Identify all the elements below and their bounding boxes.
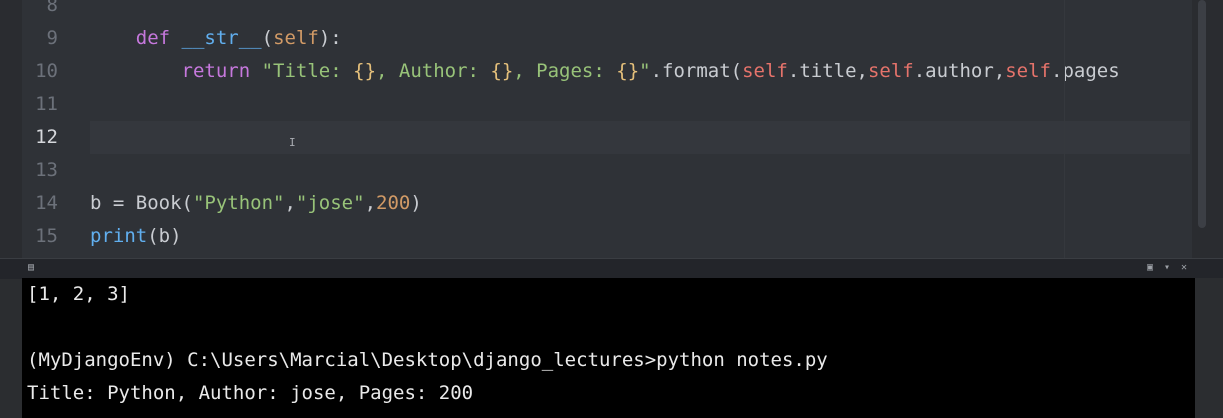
- console-line: (MyDjangoEnv) C:\Users\Marcial\Desktop\d…: [27, 349, 828, 371]
- code-token: .title,: [787, 60, 868, 82]
- maximize-icon[interactable]: ▣: [1145, 263, 1155, 273]
- code-token: ,: [284, 192, 296, 214]
- code-token: {}: [490, 60, 514, 82]
- code-editor[interactable]: 8 9 10 11 12 13 14 15 def __str__(self): return…: [0, 0, 1223, 258]
- code-token: {}: [353, 60, 377, 82]
- line-number: 14: [35, 192, 58, 214]
- code-token: (: [261, 27, 274, 49]
- code-line[interactable]: print(b): [90, 220, 182, 253]
- code-area[interactable]: def __str__(self): return "Title: {}, Au…: [84, 0, 1192, 258]
- code-token: self: [867, 60, 914, 82]
- code-token: "Python": [192, 192, 285, 214]
- line-number: 13: [35, 159, 58, 181]
- code-token: .author,: [913, 60, 1006, 82]
- wrap-guide: [1064, 0, 1065, 258]
- code-token: b = Book(: [90, 192, 193, 214]
- code-token: __str__: [181, 27, 262, 49]
- code-token: self: [742, 60, 788, 82]
- console-line: Title: Python, Author: jose, Pages: 200: [27, 382, 474, 404]
- minimize-icon[interactable]: ▾: [1162, 263, 1172, 273]
- code-token: print: [90, 225, 148, 247]
- close-icon[interactable]: ✕: [1179, 263, 1189, 273]
- code-token: ,: [364, 192, 377, 214]
- console-side-strip: [1195, 278, 1223, 418]
- line-number: 15: [35, 225, 58, 247]
- line-number: 8: [46, 0, 58, 16]
- code-token: def: [135, 27, 171, 49]
- code-token: {}: [616, 60, 640, 82]
- code-token: self: [1005, 60, 1051, 82]
- console-line: [1, 2, 3]: [27, 283, 130, 305]
- code-line[interactable]: b = Book("Python","jose",200): [90, 187, 422, 220]
- code-token: "Title:: [261, 60, 354, 82]
- code-token: 200: [376, 192, 411, 214]
- line-number: 11: [35, 93, 58, 115]
- code-token: return: [181, 60, 251, 82]
- panel-toggle-icon[interactable]: ▤: [26, 263, 36, 273]
- code-token: (b): [147, 225, 182, 247]
- code-line[interactable]: return "Title: {}, Author: {}, Pages: {}…: [90, 55, 1120, 88]
- code-token: "jose": [295, 192, 365, 214]
- code-token: .pages: [1051, 60, 1120, 82]
- code-token: ): [410, 192, 422, 214]
- code-token: self: [273, 27, 319, 49]
- console-output[interactable]: [1, 2, 3] (MyDjangoEnv) C:\Users\Marcial\…: [22, 278, 1195, 418]
- code-token: , Pages:: [513, 60, 617, 82]
- code-token: .format(: [650, 60, 743, 82]
- line-number: 10: [35, 60, 58, 82]
- code-token: ):: [318, 27, 342, 49]
- code-token: , Author:: [376, 60, 491, 82]
- code-token: ": [639, 60, 651, 82]
- editor-scrollbar-track[interactable]: [1192, 0, 1223, 258]
- line-number: 12: [35, 126, 58, 148]
- code-line[interactable]: def __str__(self):: [90, 22, 342, 55]
- console-panel-bar: ▤ ▣ ▾ ✕: [0, 258, 1223, 279]
- editor-scrollbar-thumb[interactable]: [1198, 0, 1206, 228]
- text-cursor-icon: I: [289, 136, 296, 149]
- line-number: 9: [46, 27, 58, 49]
- line-number-gutter: 8 9 10 11 12 13 14 15: [22, 0, 84, 258]
- editor-left-strip: [0, 0, 22, 258]
